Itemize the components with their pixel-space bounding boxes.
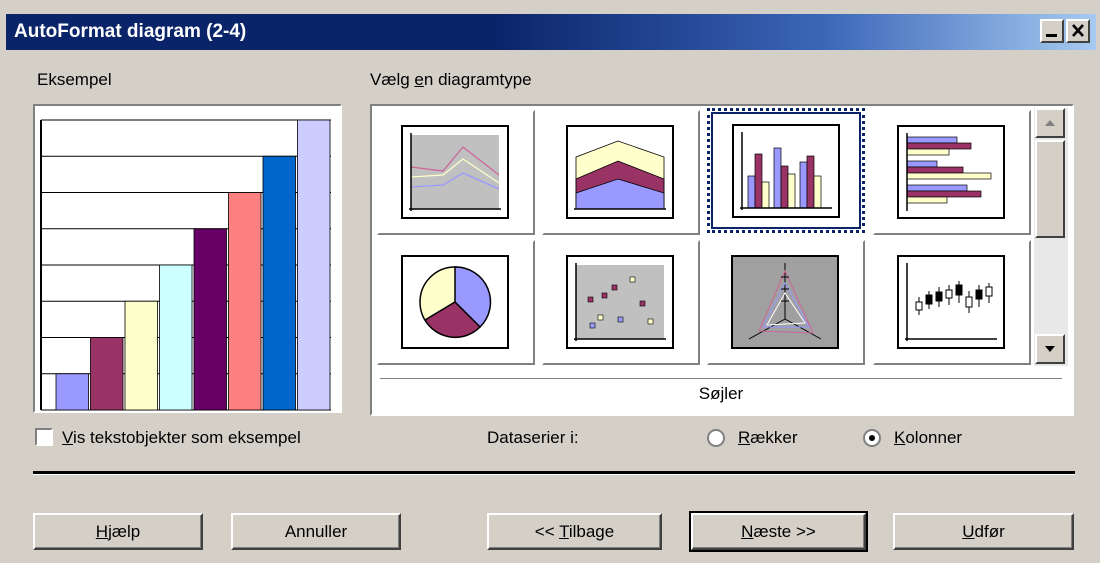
chart-type-line[interactable] (377, 110, 535, 235)
finish-button[interactable]: Udfør (893, 513, 1074, 550)
line-chart-icon (401, 125, 509, 219)
cancel-button[interactable]: Annuller (231, 513, 401, 550)
chart-type-xy[interactable] (542, 240, 700, 365)
selected-type-name: Søjler (698, 384, 744, 403)
scroll-up-icon[interactable] (1035, 108, 1065, 138)
minimize-icon[interactable] (1040, 19, 1064, 43)
chart-type-net[interactable] (707, 240, 865, 365)
bar-mark (193, 228, 227, 411)
data-series-label: Dataserier i: (487, 428, 579, 447)
chart-type-stock[interactable] (873, 240, 1031, 365)
gallery-label: Vælg en diagramtype (370, 70, 532, 89)
bar-mark (55, 373, 89, 411)
bar-mark (124, 300, 158, 411)
stock-chart-icon (897, 255, 1005, 349)
bar-mark (228, 192, 262, 411)
show-text-label[interactable]: Vis tekstobjekter som eksempel (62, 428, 301, 448)
net-chart-icon (731, 255, 839, 349)
columns-radio-label[interactable]: Kolonner (894, 428, 962, 448)
bar-mark (90, 337, 124, 411)
help-button[interactable]: Hjælp (33, 513, 203, 550)
chart-type-columns[interactable] (707, 108, 865, 233)
column-chart-icon (732, 124, 840, 218)
area-chart-icon (566, 125, 674, 219)
chart-type-area[interactable] (542, 110, 700, 235)
columns-radio[interactable] (863, 429, 881, 447)
example-chart (33, 104, 342, 413)
bar-mark (262, 155, 296, 411)
rows-radio-label[interactable]: Rækker (738, 428, 798, 448)
chart-type-pie[interactable] (377, 240, 535, 365)
autoformat-dialog: AutoFormat diagram (2-4) Eksempel Vælg e… (0, 0, 1100, 563)
gallery-scrollbar[interactable] (1034, 108, 1068, 366)
show-text-checkbox[interactable] (35, 428, 53, 446)
example-chart-svg (40, 119, 331, 411)
pie-chart-icon (401, 255, 509, 349)
bar-mark (297, 119, 331, 411)
gallery-divider (380, 378, 1062, 379)
bar-mark (159, 264, 193, 411)
scroll-down-icon[interactable] (1035, 334, 1065, 364)
window-title: AutoFormat diagram (2-4) (14, 21, 247, 42)
xy-scatter-chart-icon (566, 255, 674, 349)
separator (33, 471, 1075, 475)
chart-type-bars[interactable] (873, 110, 1031, 235)
back-button[interactable]: << Tilbage (487, 513, 662, 550)
title-bar[interactable]: AutoFormat diagram (2-4) (6, 14, 1096, 50)
close-icon[interactable] (1066, 19, 1090, 43)
example-label: Eksempel (37, 70, 112, 89)
next-button[interactable]: Næste >> (689, 511, 868, 552)
bar-chart-icon (897, 125, 1005, 219)
scrollbar-thumb[interactable] (1035, 140, 1065, 238)
rows-radio[interactable] (707, 429, 725, 447)
